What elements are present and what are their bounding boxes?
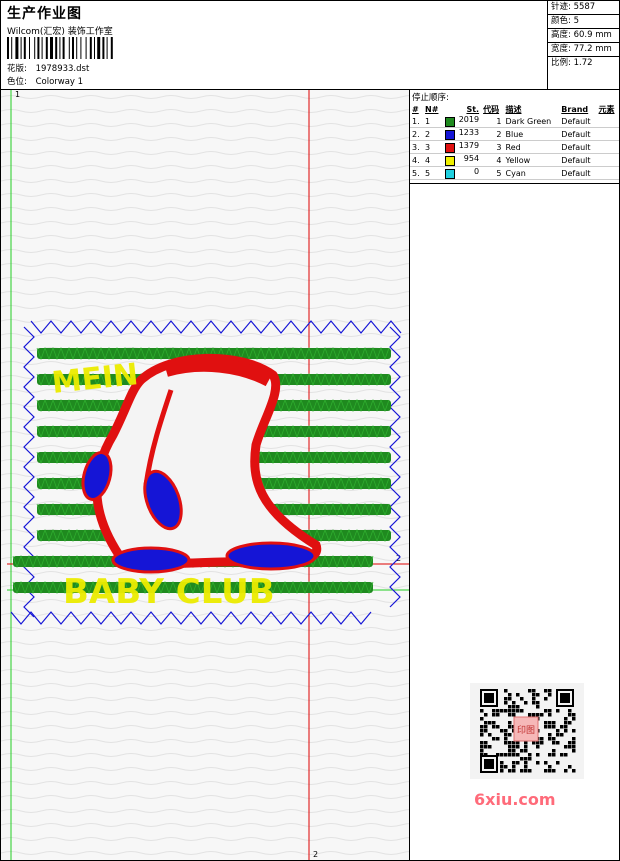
stat-colors: 颜色: 5 bbox=[548, 15, 620, 29]
row-stitches: 1233 bbox=[442, 127, 482, 141]
stat-height: 高度: 60.9 mm bbox=[548, 29, 620, 43]
row-stitches: 2019 bbox=[442, 115, 482, 128]
row-index: 2. bbox=[410, 127, 424, 141]
color-swatch bbox=[444, 143, 455, 153]
qr-code: 印图 bbox=[470, 683, 584, 779]
col-description: 描述 bbox=[505, 105, 522, 114]
table-row: 5. 5 0 5 Cyan Default bbox=[410, 166, 619, 180]
col-brand: Brand bbox=[561, 105, 589, 114]
table-row: 3. 3 1379 3 Red Default bbox=[410, 140, 619, 154]
row-index: 5. bbox=[410, 166, 424, 180]
blue-patch-toe bbox=[111, 546, 191, 574]
table-row: 1. 1 2019 1 Dark Green Default bbox=[410, 115, 619, 128]
col-stitches: St. bbox=[466, 105, 480, 114]
sheet-title: 生产作业图 bbox=[7, 6, 82, 22]
company-name: Wilcom(汇宏) 装饰工作室 bbox=[7, 27, 113, 37]
row-code: 5 bbox=[481, 166, 504, 180]
row-element bbox=[596, 127, 619, 141]
row-brand: Default bbox=[559, 127, 597, 141]
row-number: 1 bbox=[423, 115, 443, 128]
pattern-row: 花版: 1978933.dst bbox=[7, 62, 89, 74]
row-brand: Default bbox=[559, 153, 597, 167]
row-brand: Default bbox=[559, 166, 597, 180]
row-description: Blue bbox=[503, 127, 560, 141]
row-code: 3 bbox=[481, 140, 504, 154]
row-index: 4. bbox=[410, 153, 424, 167]
row-number: 3 bbox=[423, 140, 443, 154]
color-table: # N# St. 代码 描述 Brand 元素 1. 1 2019 1 Dark… bbox=[410, 104, 619, 180]
row-stitches: 1379 bbox=[442, 140, 482, 154]
colorway-label: 色位: bbox=[7, 77, 27, 87]
colorway-row: 色位: Colorway 1 bbox=[7, 75, 83, 87]
row-element bbox=[596, 153, 619, 167]
row-code: 4 bbox=[481, 153, 504, 167]
row-code: 1 bbox=[481, 115, 504, 128]
col-number: N# bbox=[425, 105, 439, 114]
row-description: Cyan bbox=[503, 166, 560, 180]
row-number: 2 bbox=[423, 127, 443, 141]
color-swatch bbox=[444, 169, 455, 179]
row-description: Red bbox=[503, 140, 560, 154]
table-row: 4. 4 954 4 Yellow Default bbox=[410, 153, 619, 167]
stat-stitches: 针迹: 5587 bbox=[548, 1, 620, 15]
row-number: 4 bbox=[423, 153, 443, 167]
marker-top: 1 bbox=[15, 90, 20, 99]
row-stitches: 954 bbox=[442, 153, 482, 167]
stat-scale: 比例: 1.72 bbox=[551, 58, 593, 68]
row-brand: Default bbox=[559, 115, 597, 128]
row-index: 3. bbox=[410, 140, 424, 154]
sheet-header: 生产作业图 Wilcom(汇宏) 装饰工作室 花版: 1978933.dst 色… bbox=[1, 1, 620, 90]
row-stitches: 0 bbox=[442, 166, 482, 180]
marker-bottom: 2 bbox=[313, 850, 318, 859]
embroidery-preview: 1 2 2 MEIN BABY CLUB bbox=[1, 90, 409, 860]
row-index: 1. bbox=[410, 115, 424, 128]
design-preview: 1 2 2 MEIN BABY CLUB bbox=[1, 90, 410, 860]
col-element: 元素 bbox=[598, 105, 615, 114]
seal-text: 印图 bbox=[517, 724, 535, 736]
row-code: 2 bbox=[481, 127, 504, 141]
design-text-bottom: BABY CLUB bbox=[63, 572, 275, 612]
colorway-value: Colorway 1 bbox=[35, 77, 84, 87]
stat-width: 宽度: 77.2 mm bbox=[548, 43, 620, 57]
watermark-brand: 6xiu.com bbox=[474, 790, 556, 809]
row-element bbox=[596, 140, 619, 154]
color-swatch bbox=[444, 117, 455, 127]
row-number: 5 bbox=[423, 166, 443, 180]
barcode bbox=[7, 37, 113, 59]
col-index: # bbox=[412, 105, 419, 114]
table-row: 2. 2 1233 2 Blue Default bbox=[410, 127, 619, 141]
stop-sequence-title: 停止顺序: bbox=[412, 93, 449, 103]
pattern-label: 花版: bbox=[7, 64, 27, 74]
stats-box: 针迹: 5587 颜色: 5 高度: 60.9 mm 宽度: 77.2 mm 比… bbox=[547, 1, 620, 89]
pattern-value: 1978933.dst bbox=[35, 64, 90, 74]
color-swatch bbox=[444, 130, 455, 140]
color-swatch bbox=[444, 156, 455, 166]
panel-divider bbox=[410, 183, 619, 184]
row-brand: Default bbox=[559, 140, 597, 154]
row-description: Dark Green bbox=[503, 115, 560, 128]
row-element bbox=[596, 115, 619, 128]
col-code: 代码 bbox=[483, 105, 500, 114]
blue-patch-heel bbox=[225, 541, 317, 571]
row-description: Yellow bbox=[503, 153, 560, 167]
row-element bbox=[596, 166, 619, 180]
